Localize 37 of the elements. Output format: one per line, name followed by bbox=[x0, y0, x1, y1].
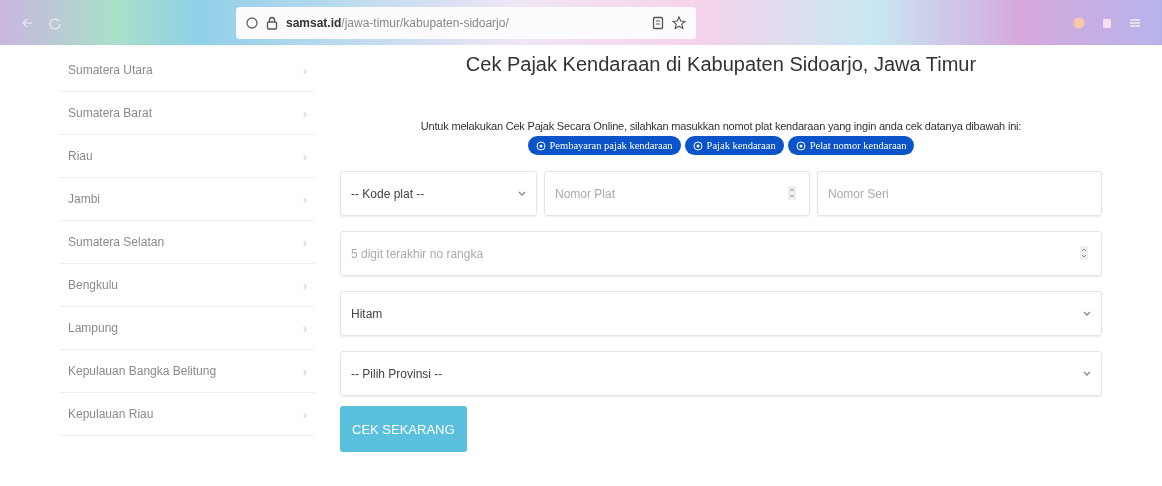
sidebar-item[interactable]: Bengkulu › bbox=[60, 264, 315, 307]
spinner-icon[interactable] bbox=[1080, 246, 1088, 260]
sidebar-item[interactable]: Sumatera Barat › bbox=[60, 92, 315, 135]
select-field[interactable]: -- Pilih Provinsi -- bbox=[340, 351, 1102, 396]
lock-icon bbox=[266, 15, 278, 30]
target-icon bbox=[795, 140, 806, 151]
intro-text: Untuk melakukan Cek Pajak Secara Online, silahkan masukkan nomot plat kendaraan yang ingin anda cek datanya dibawah ini: bbox=[420, 120, 1022, 132]
sidebar-item[interactable]: Lampung › bbox=[60, 307, 315, 350]
back-icon[interactable] bbox=[20, 15, 34, 30]
sidebar-item[interactable]: Jambi › bbox=[60, 178, 315, 221]
input-field[interactable]: Nomor Seri bbox=[817, 171, 1102, 216]
number-field[interactable]: Nomor Plat bbox=[544, 171, 810, 216]
account-icon[interactable] bbox=[1072, 15, 1086, 30]
chevron-down-icon bbox=[1083, 310, 1091, 317]
url-text: samsat.id/jawa-timur/kabupaten-sidoarjo/ bbox=[286, 15, 509, 30]
reload-icon[interactable] bbox=[48, 15, 62, 30]
spinner-icon[interactable] bbox=[788, 186, 796, 200]
star-icon[interactable] bbox=[672, 15, 686, 30]
chevron-down-icon bbox=[518, 190, 526, 197]
sidebar-item[interactable]: Kepulauan Bangka Belitung › bbox=[60, 350, 315, 393]
tag-link[interactable]: Pembayaran pajak kendaraan bbox=[527, 136, 681, 155]
number-field[interactable]: 5 digit terakhir no rangka bbox=[340, 231, 1102, 276]
reader-icon[interactable] bbox=[652, 15, 664, 30]
page-title: Cek Pajak Kendaraan di Kabupaten Sidoarjo, Jawa Timur bbox=[465, 53, 977, 76]
chevron-down-icon bbox=[1083, 370, 1091, 377]
sidebar-item[interactable]: Sumatera Selatan › bbox=[60, 221, 315, 264]
sidebar-item[interactable]: Sumatera Utara › bbox=[60, 49, 315, 92]
tag-link[interactable]: Pajak kendaraan bbox=[684, 136, 784, 155]
sidebar-item[interactable]: Kepulauan Riau › bbox=[60, 393, 315, 436]
tag-link[interactable]: Pelat nomor kendaraan bbox=[787, 136, 915, 155]
select-field[interactable]: -- Kode plat -- bbox=[340, 171, 537, 216]
target-icon bbox=[692, 140, 703, 151]
sidebar-item[interactable]: Riau › bbox=[60, 135, 315, 178]
select-field[interactable]: Hitam bbox=[340, 291, 1102, 336]
submit-button[interactable]: CEK SEKARANG bbox=[340, 406, 467, 452]
address-bar[interactable]: samsat.id/jawa-timur/kabupaten-sidoarjo/ bbox=[236, 6, 696, 39]
target-icon bbox=[535, 140, 546, 151]
